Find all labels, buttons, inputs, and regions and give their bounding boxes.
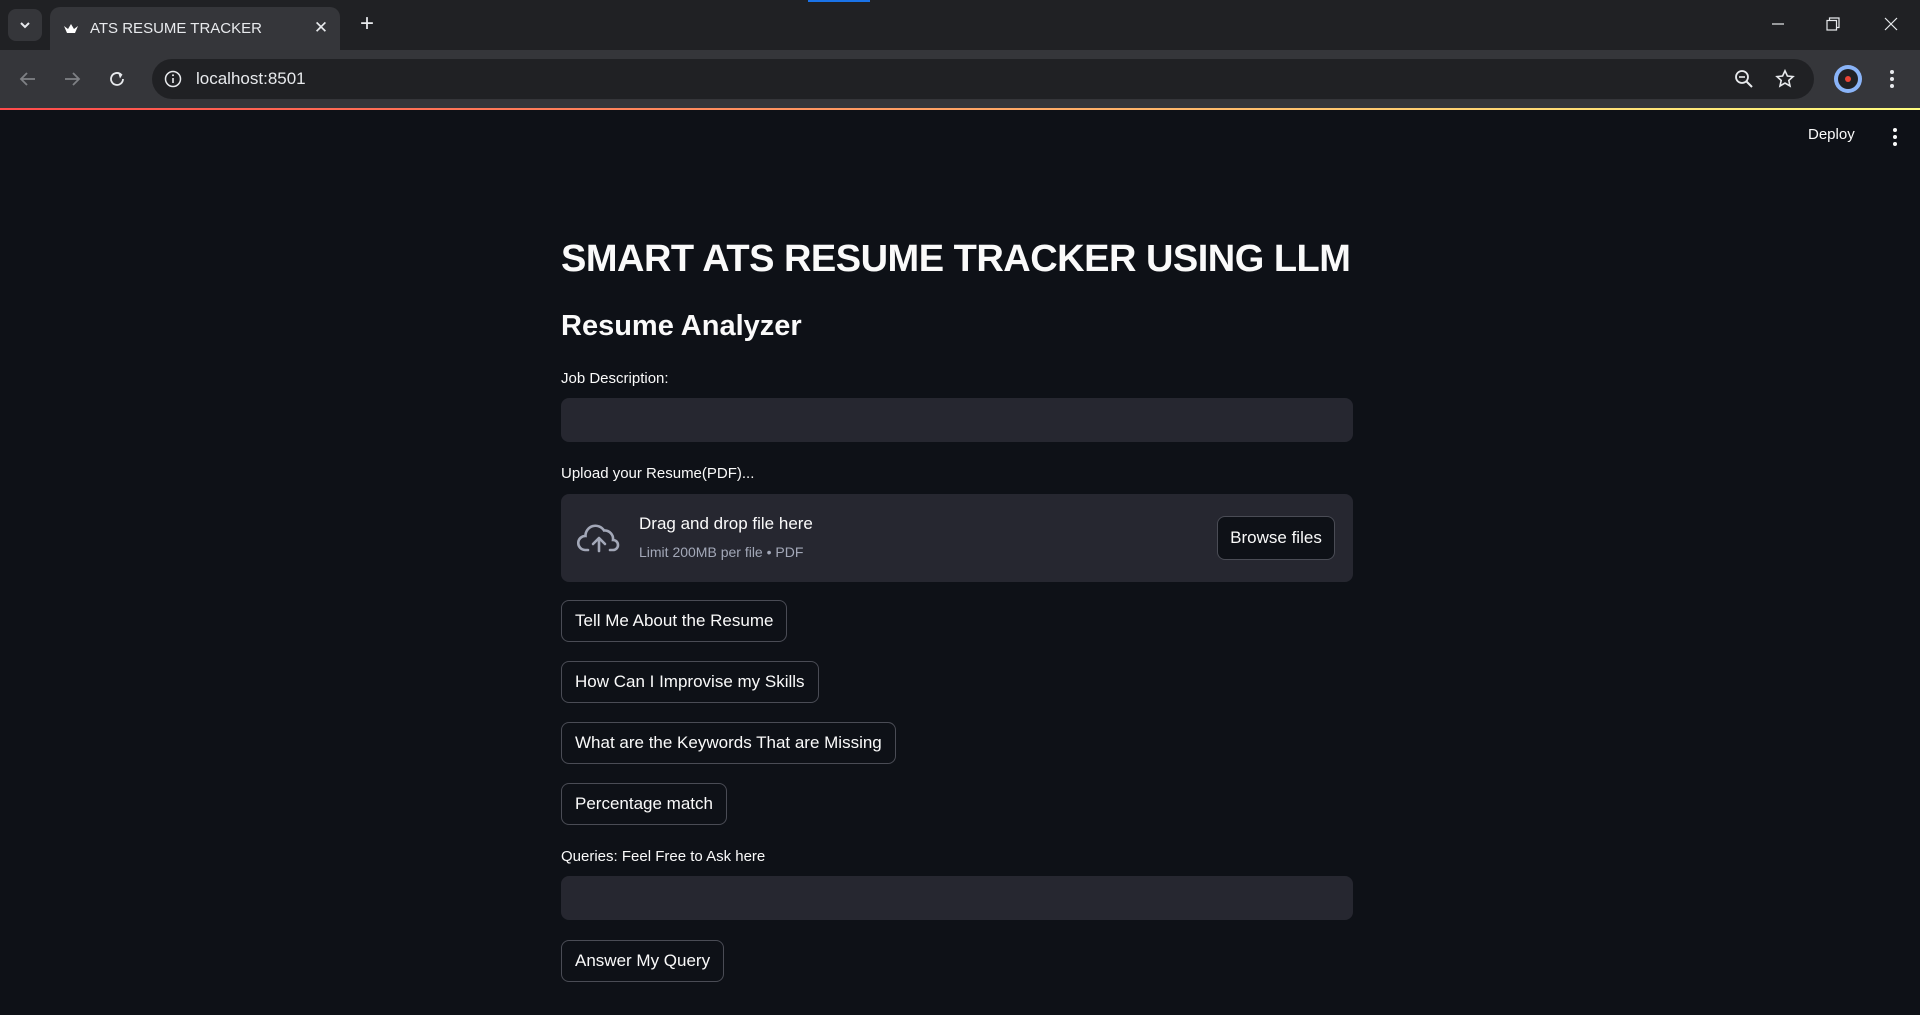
browser-tab-bar: ATS RESUME TRACKER ✕ + [0, 0, 1920, 50]
browser-tab[interactable]: ATS RESUME TRACKER ✕ [50, 7, 340, 50]
improvise-skills-button[interactable]: How Can I Improvise my Skills [561, 661, 819, 703]
answer-query-button[interactable]: Answer My Query [561, 940, 725, 982]
close-tab-icon[interactable]: ✕ [312, 19, 330, 37]
app-header: Deploy [0, 110, 1920, 160]
url-text: localhost:8501 [196, 69, 306, 88]
drop-zone-title: Drag and drop file here [639, 514, 813, 533]
app-main-menu-icon[interactable] [1885, 128, 1905, 148]
query-input[interactable] [561, 876, 1353, 920]
queries-label: Queries: Feel Free to Ask here [561, 848, 766, 865]
browser-menu-icon[interactable] [1880, 66, 1904, 92]
forward-arrow-icon[interactable] [55, 62, 89, 96]
chevron-down-icon [20, 22, 30, 29]
drop-zone-limit: Limit 200MB per file • PDF [639, 544, 804, 560]
missing-keywords-button[interactable]: What are the Keywords That are Missing [561, 722, 896, 764]
restore-icon[interactable] [1813, 8, 1853, 40]
cloud-upload-icon [577, 524, 620, 553]
tell-me-about-resume-button[interactable]: Tell Me About the Resume [561, 600, 788, 642]
zoom-out-icon[interactable] [1732, 67, 1756, 91]
reload-icon[interactable] [100, 62, 134, 96]
percentage-match-button[interactable]: Percentage match [561, 783, 727, 825]
site-info-icon[interactable] [162, 68, 184, 90]
upload-label: Upload your Resume(PDF)... [561, 465, 755, 482]
section-subtitle: Resume Analyzer [561, 310, 802, 342]
job-description-input[interactable] [561, 398, 1353, 442]
job-description-label: Job Description: [561, 370, 669, 387]
tab-bar-accent [808, 0, 870, 2]
address-bar[interactable]: localhost:8501 [152, 59, 1814, 99]
page-title: SMART ATS RESUME TRACKER USING LLM [561, 238, 1351, 280]
streamlit-crown-icon [62, 20, 80, 38]
profile-avatar[interactable] [1834, 65, 1862, 93]
main-content: SMART ATS RESUME TRACKER USING LLM Resum… [561, 230, 1353, 982]
back-arrow-icon[interactable] [11, 62, 45, 96]
tab-title: ATS RESUME TRACKER [90, 20, 262, 37]
tab-search-button[interactable] [8, 9, 42, 41]
browse-files-button[interactable]: Browse files [1217, 516, 1335, 560]
browser-toolbar: localhost:8501 [0, 50, 1920, 108]
file-uploader-dropzone[interactable]: Drag and drop file here Limit 200MB per … [561, 494, 1353, 582]
close-window-icon[interactable] [1871, 8, 1911, 40]
minimize-icon[interactable] [1758, 8, 1798, 40]
new-tab-button[interactable]: + [352, 10, 382, 40]
bookmark-star-icon[interactable] [1773, 67, 1797, 91]
deploy-button[interactable]: Deploy [1808, 126, 1855, 143]
